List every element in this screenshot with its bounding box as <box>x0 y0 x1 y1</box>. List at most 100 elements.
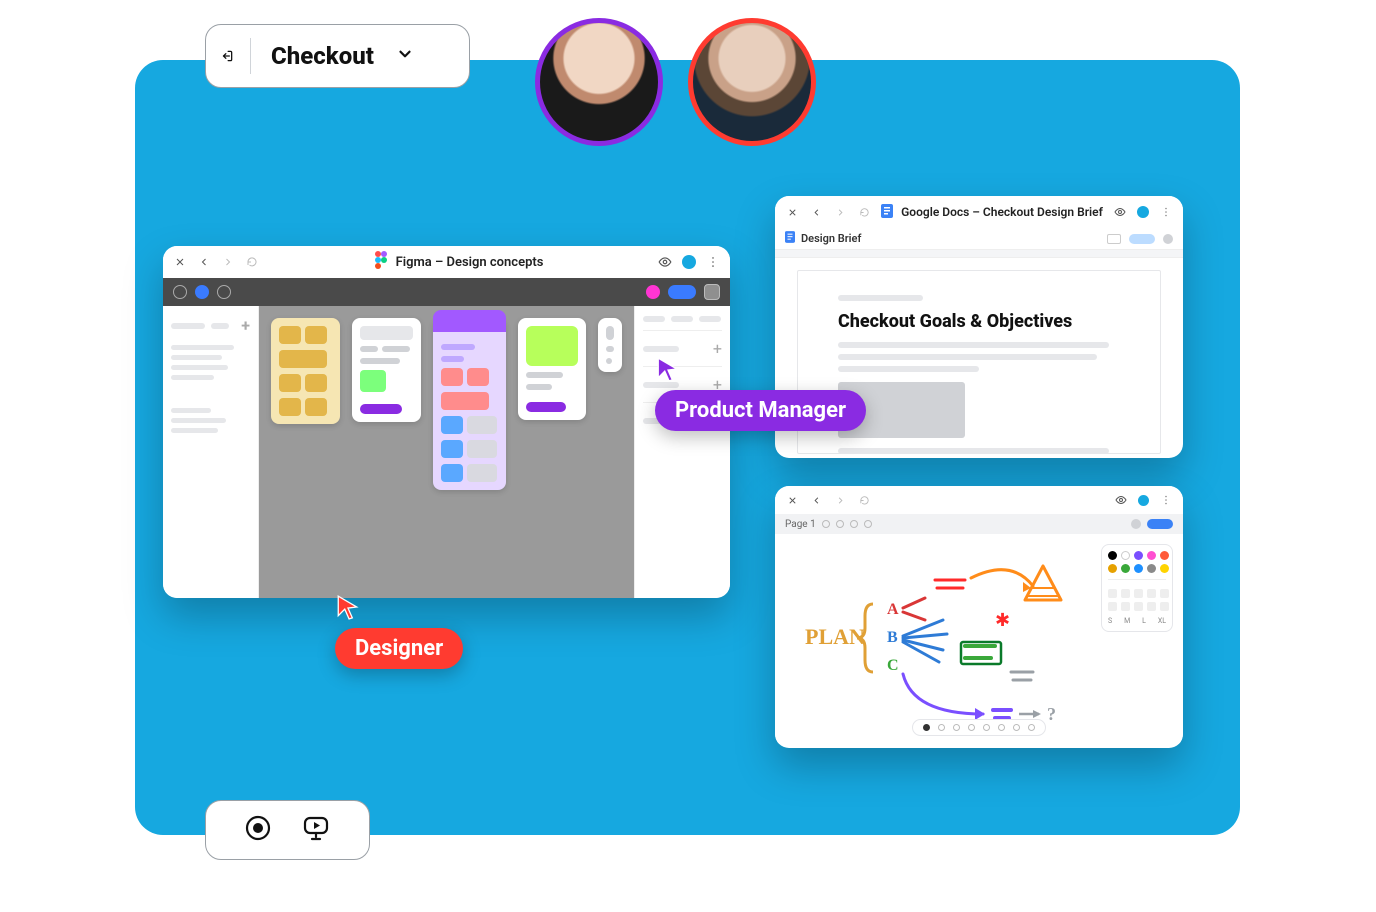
tool-dot[interactable] <box>173 285 187 299</box>
close-icon[interactable] <box>785 493 799 507</box>
artboard[interactable] <box>598 318 622 372</box>
palette-shapes[interactable] <box>1108 589 1166 611</box>
shape-swatch[interactable] <box>1160 602 1169 611</box>
figma-left-panel: + <box>163 306 259 598</box>
shape-swatch[interactable] <box>1147 589 1156 598</box>
whiteboard-pager[interactable] <box>912 719 1046 736</box>
color-swatch[interactable] <box>1160 551 1169 560</box>
color-swatch[interactable] <box>1121 551 1130 560</box>
whiteboard-canvas[interactable]: PLAN A B C ✱ <box>775 534 1183 744</box>
artboard[interactable] <box>271 318 340 424</box>
color-swatch[interactable] <box>1108 564 1117 573</box>
size-m[interactable]: M <box>1124 617 1130 625</box>
shape-swatch[interactable] <box>1121 602 1130 611</box>
artboard[interactable] <box>433 318 506 490</box>
docs-toolbar-chip <box>1163 234 1173 244</box>
back-icon[interactable] <box>809 205 823 219</box>
forward-icon[interactable] <box>221 255 235 269</box>
refresh-icon[interactable] <box>245 255 259 269</box>
exit-icon[interactable] <box>220 49 234 63</box>
cursor-arrow-icon <box>335 594 361 624</box>
back-icon[interactable] <box>809 493 823 507</box>
figma-logo-icon <box>374 250 388 274</box>
shape-swatch[interactable] <box>1134 589 1143 598</box>
color-swatch[interactable] <box>1147 564 1156 573</box>
avatar[interactable] <box>688 18 816 146</box>
artboard[interactable] <box>352 318 421 422</box>
share-pill[interactable] <box>668 285 696 299</box>
size-xl[interactable]: XL <box>1158 617 1166 625</box>
presence-dot <box>1138 495 1149 506</box>
palette-colors[interactable] <box>1108 551 1166 573</box>
session-selector[interactable]: Checkout <box>205 24 470 88</box>
color-swatch[interactable] <box>1121 564 1130 573</box>
shape-swatch[interactable] <box>1160 589 1169 598</box>
size-l[interactable]: L <box>1142 617 1146 625</box>
size-s[interactable]: S <box>1108 617 1112 625</box>
tool-dot-active[interactable] <box>195 285 209 299</box>
pager-dot[interactable] <box>1013 724 1020 731</box>
docs-app-icon <box>881 204 893 221</box>
figma-toolbar <box>163 278 730 306</box>
pager-dot[interactable] <box>998 724 1005 731</box>
pager-dot[interactable] <box>968 724 975 731</box>
whiteboard-window[interactable]: Page 1 PLAN A B C <box>775 486 1183 748</box>
more-icon[interactable] <box>1159 205 1173 219</box>
docs-ruler <box>775 250 1183 258</box>
pager-dot[interactable] <box>923 724 930 731</box>
shape-swatch[interactable] <box>1121 589 1130 598</box>
presence-dot <box>682 255 696 269</box>
avatar[interactable] <box>535 18 663 146</box>
docs-tab[interactable]: Design Brief <box>785 231 861 246</box>
present-button[interactable] <box>301 813 331 847</box>
figma-window[interactable]: Figma – Design concepts + <box>163 246 730 598</box>
window-titlebar: Google Docs – Checkout Design Brief <box>775 196 1183 228</box>
color-swatch[interactable] <box>1134 551 1143 560</box>
svg-text:PLAN: PLAN <box>805 624 865 649</box>
shape-swatch[interactable] <box>1147 602 1156 611</box>
artboard[interactable] <box>518 318 587 420</box>
shape-swatch[interactable] <box>1134 602 1143 611</box>
pager-dot[interactable] <box>1028 724 1035 731</box>
eye-icon[interactable] <box>658 255 672 269</box>
window-titlebar <box>775 486 1183 514</box>
docs-tab-label: Design Brief <box>801 232 861 245</box>
more-icon[interactable] <box>1159 493 1173 507</box>
figma-canvas[interactable] <box>259 306 634 598</box>
docs-tabbar: Design Brief <box>775 228 1183 250</box>
color-swatch[interactable] <box>1134 564 1143 573</box>
toolbar-chip[interactable] <box>1147 519 1173 529</box>
color-swatch[interactable] <box>1147 551 1156 560</box>
whiteboard-palette[interactable]: S M L XL <box>1101 544 1173 632</box>
color-swatch[interactable] <box>1160 564 1169 573</box>
svg-text:?: ? <box>1047 704 1056 724</box>
pager-dot[interactable] <box>938 724 945 731</box>
eye-icon[interactable] <box>1114 493 1128 507</box>
color-swatch[interactable] <box>1108 551 1117 560</box>
palette-sizes[interactable]: S M L XL <box>1108 617 1166 625</box>
close-icon[interactable] <box>785 205 799 219</box>
pager-dot[interactable] <box>953 724 960 731</box>
forward-icon[interactable] <box>833 493 847 507</box>
plus-icon[interactable]: + <box>241 316 250 335</box>
docs-toolbar-chip <box>1107 234 1121 244</box>
svg-text:✱: ✱ <box>995 610 1010 631</box>
record-button[interactable] <box>245 815 271 845</box>
back-icon[interactable] <box>197 255 211 269</box>
refresh-icon[interactable] <box>857 205 871 219</box>
square-icon[interactable] <box>704 284 720 300</box>
page-dot[interactable] <box>850 520 858 528</box>
tool-dot[interactable] <box>217 285 231 299</box>
page-dot[interactable] <box>836 520 844 528</box>
chevron-down-icon[interactable] <box>396 45 414 67</box>
refresh-icon[interactable] <box>857 493 871 507</box>
shape-swatch[interactable] <box>1108 589 1117 598</box>
page-dot[interactable] <box>864 520 872 528</box>
close-icon[interactable] <box>173 255 187 269</box>
shape-swatch[interactable] <box>1108 602 1117 611</box>
page-dot[interactable] <box>822 520 830 528</box>
forward-icon[interactable] <box>833 205 847 219</box>
eye-icon[interactable] <box>1113 205 1127 219</box>
more-icon[interactable] <box>706 255 720 269</box>
pager-dot[interactable] <box>983 724 990 731</box>
